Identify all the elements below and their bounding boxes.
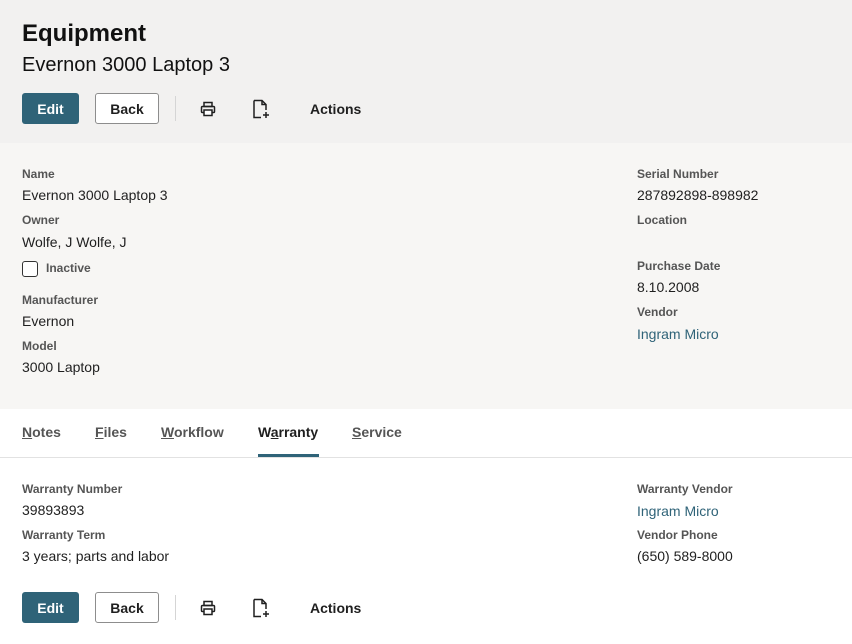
bottom-toolbar: Edit Back Actions	[22, 592, 422, 624]
page-title: Equipment	[22, 20, 146, 47]
warranty-number-label: Warranty Number	[22, 482, 123, 496]
record-title: Evernon 3000 Laptop 3	[22, 54, 230, 76]
vendor-link[interactable]: Ingram Micro	[637, 326, 719, 342]
warranty-vendor-label: Warranty Vendor	[637, 482, 733, 496]
warranty-number-value: 39893893	[22, 502, 85, 518]
location-label: Location	[637, 213, 687, 227]
actions-menu[interactable]: Actions	[310, 600, 361, 616]
toolbar-divider	[175, 595, 176, 620]
toolbar-divider	[175, 96, 176, 121]
equipment-details: Name Evernon 3000 Laptop 3 Owner Wolfe, …	[0, 143, 852, 409]
edit-button[interactable]: Edit	[22, 93, 79, 124]
tab-service[interactable]: Service	[352, 424, 402, 440]
owner-label: Owner	[22, 213, 60, 227]
model-label: Model	[22, 339, 57, 353]
vendor-phone-value: (650) 589-8000	[637, 548, 733, 564]
serial-number-label: Serial Number	[637, 167, 719, 181]
tab-notes[interactable]: Notes	[22, 424, 61, 440]
warranty-term-label: Warranty Term	[22, 528, 106, 542]
tab-workflow[interactable]: Workflow	[161, 424, 224, 440]
active-tab-indicator	[258, 454, 319, 457]
vendor-phone-label: Vendor Phone	[637, 528, 718, 542]
new-document-icon[interactable]	[250, 597, 272, 619]
model-value: 3000 Laptop	[22, 359, 100, 375]
printer-icon[interactable]	[197, 98, 219, 120]
manufacturer-label: Manufacturer	[22, 293, 99, 307]
tab-warranty[interactable]: Warranty	[258, 424, 318, 440]
name-label: Name	[22, 167, 55, 181]
manufacturer-value: Evernon	[22, 313, 75, 329]
warranty-panel: Warranty Number 39893893 Warranty Term 3…	[0, 458, 852, 644]
record-tabs: Notes Files Workflow Warranty Service	[0, 409, 852, 458]
purchase-date-value: 8.10.2008	[637, 279, 700, 295]
inactive-label: Inactive	[46, 261, 91, 275]
purchase-date-label: Purchase Date	[637, 259, 721, 273]
serial-number-value: 287892898-898982	[637, 187, 759, 203]
actions-menu[interactable]: Actions	[310, 101, 361, 117]
new-document-icon[interactable]	[250, 98, 272, 120]
inactive-checkbox[interactable]	[22, 261, 38, 277]
back-button[interactable]: Back	[95, 93, 159, 124]
name-value: Evernon 3000 Laptop 3	[22, 187, 168, 203]
vendor-label: Vendor	[637, 305, 678, 319]
top-toolbar: Edit Back Actions	[22, 93, 422, 125]
back-button[interactable]: Back	[95, 592, 159, 623]
warranty-vendor-link[interactable]: Ingram Micro	[637, 503, 719, 519]
warranty-term-value: 3 years; parts and labor	[22, 548, 170, 564]
owner-value: Wolfe, J Wolfe, J	[22, 234, 127, 250]
printer-icon[interactable]	[197, 597, 219, 619]
page-header: Equipment Evernon 3000 Laptop 3 Edit Bac…	[0, 0, 852, 143]
tab-files[interactable]: Files	[95, 424, 127, 440]
edit-button[interactable]: Edit	[22, 592, 79, 623]
